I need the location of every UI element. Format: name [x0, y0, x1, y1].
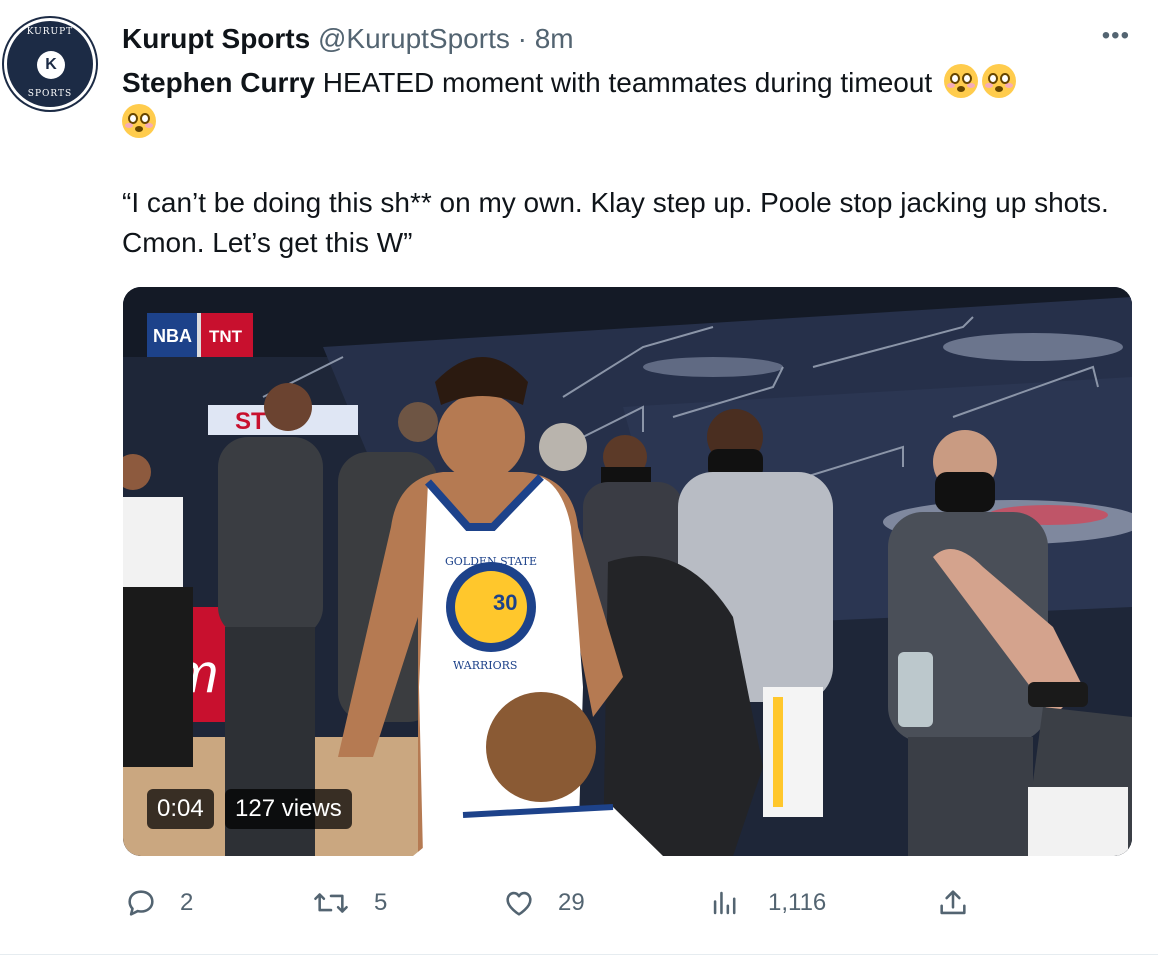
avatar-bottom-text: SPORTS — [27, 89, 73, 99]
tweet[interactable]: KURUPT K SPORTS Kurupt Sports @KuruptSpo… — [0, 0, 1158, 955]
jersey-text-bottom: WARRIORS — [453, 659, 517, 672]
video-views: 127 views — [225, 789, 352, 829]
share-icon — [940, 890, 966, 915]
retweet-count: 5 — [374, 889, 388, 916]
like-icon — [506, 891, 532, 916]
action-bar: 2 5 29 1,116 — [0, 880, 1158, 926]
flushed-face-emoji-3 — [122, 104, 156, 138]
user-handle[interactable]: @KuruptSports — [318, 23, 510, 54]
share-button[interactable] — [936, 880, 970, 926]
jersey-number: 30 — [493, 590, 517, 615]
reply-count: 2 — [180, 889, 194, 916]
separator: · — [509, 23, 535, 54]
more-horizontal-icon[interactable]: ••• — [1102, 24, 1130, 48]
tweet-text: Stephen Curry HEATED moment with teammat… — [122, 63, 1122, 143]
retweet-icon — [314, 893, 348, 913]
quote-text: “I can’t be doing this sh** on my own. K… — [122, 187, 1109, 258]
views-count: 1,116 — [768, 889, 827, 916]
timestamp[interactable]: 8m — [535, 23, 574, 54]
scoreboard-text: ST — [235, 408, 266, 435]
headline-text: HEATED moment with teammates during time… — [314, 67, 933, 98]
jersey-text-top: GOLDEN STATE — [445, 555, 537, 568]
reply-button[interactable]: 2 — [124, 880, 193, 926]
avatar[interactable]: KURUPT K SPORTS — [4, 18, 96, 110]
like-button[interactable]: 29 — [502, 880, 585, 926]
views-button[interactable]: 1,116 — [708, 880, 826, 926]
flushed-face-emoji-2 — [981, 64, 1016, 98]
video-frame: ST rm — [123, 287, 1132, 856]
tweet-header: Kurupt Sports @KuruptSports · 8m — [122, 22, 574, 56]
reply-icon — [128, 890, 154, 916]
views-icon — [713, 891, 736, 915]
avatar-logo: K — [37, 51, 65, 79]
like-count: 29 — [558, 889, 585, 916]
tnt-logo-text: TNT — [209, 327, 243, 346]
retweet-button[interactable]: 5 — [312, 880, 387, 926]
video-player[interactable]: ST rm — [123, 287, 1132, 856]
display-name[interactable]: Kurupt Sports — [122, 23, 310, 54]
flushed-face-emoji-1 — [943, 64, 978, 98]
video-duration: 0:04 — [147, 789, 214, 829]
mention-name: Stephen Curry — [122, 67, 315, 98]
avatar-top-text: KURUPT — [26, 27, 74, 37]
nba-logo-text: NBA — [153, 326, 192, 346]
